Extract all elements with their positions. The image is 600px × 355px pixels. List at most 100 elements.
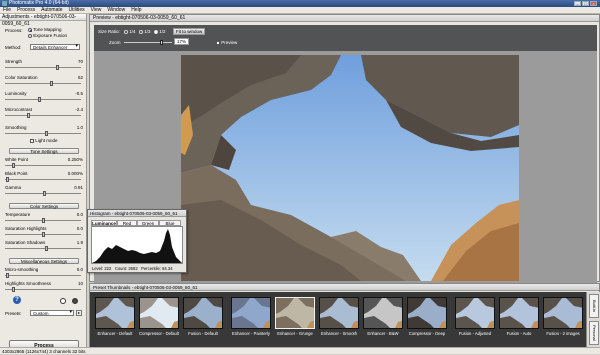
preset-thumbnail[interactable]: Fusion - Adjusted xyxy=(454,295,496,345)
slider-value: -2.4 xyxy=(75,107,83,112)
slider-knob[interactable] xyxy=(12,287,15,292)
preset-thumbnail[interactable]: Compressor - Deep xyxy=(406,295,448,345)
histogram-percentile: Percentile: 84.34 xyxy=(141,266,173,271)
preview-toggle[interactable]: Preview xyxy=(216,40,237,45)
menu-bar: File Process Automate Utilities View Window He… xyxy=(0,7,600,14)
slider-track[interactable] xyxy=(5,97,81,102)
menu-help[interactable]: Help xyxy=(128,7,144,14)
slider-label: Strength xyxy=(5,59,23,64)
preset-thumbnail[interactable]: Enhancer - Smooth xyxy=(318,295,360,345)
slider-value: 0.0 xyxy=(76,212,83,217)
slider-knob[interactable] xyxy=(12,163,15,168)
slider-track[interactable] xyxy=(5,65,81,70)
thumbnail-image xyxy=(407,297,447,329)
histogram-graph xyxy=(92,229,182,263)
zoom-value[interactable]: 17% xyxy=(174,38,190,45)
preset-thumbnail[interactable]: Enhancer - Grunge xyxy=(274,295,316,345)
misc-settings-button[interactable]: Miscellaneous Settings xyxy=(9,258,79,264)
histogram-window[interactable]: Histogram - ebtight-070506-03-0059_60_61… xyxy=(87,209,187,273)
process-option-fusion[interactable]: Exposure Fusion xyxy=(28,33,83,38)
thumbnail-label: Compressor - Deep xyxy=(408,331,446,336)
presets-select[interactable]: Custom xyxy=(30,310,74,316)
preset-thumbnail[interactable]: Compressor - Default xyxy=(138,295,180,345)
close-icon[interactable]: × xyxy=(590,1,597,6)
size-ratio-label: Size Ratio: xyxy=(98,29,120,34)
fit-to-window-button[interactable]: Fit to window xyxy=(173,28,206,35)
maximize-icon[interactable]: □ xyxy=(582,1,589,6)
histogram-level: Level: 222 xyxy=(92,266,112,271)
adjustments-panel: Adjustments - ebtight-070506-03-0059_60_… xyxy=(0,14,87,351)
preview-photo xyxy=(181,55,519,281)
slider-track[interactable] xyxy=(5,81,81,86)
slider-knob[interactable] xyxy=(43,191,46,196)
slider-track[interactable] xyxy=(5,113,81,118)
slider-knob[interactable] xyxy=(42,232,45,237)
slider-track[interactable] xyxy=(5,273,81,278)
slider-knob[interactable] xyxy=(6,177,9,182)
presets-menu-icon[interactable]: ▸ xyxy=(76,310,82,316)
slider-knob[interactable] xyxy=(50,81,53,86)
tab-personal[interactable]: Personal xyxy=(589,321,599,345)
reset-icon[interactable] xyxy=(72,298,78,304)
slider-track[interactable] xyxy=(5,287,81,292)
slider-knob[interactable] xyxy=(45,131,48,136)
menu-view[interactable]: View xyxy=(88,7,105,14)
slider-knob[interactable] xyxy=(38,97,41,102)
slider-label: Gamma xyxy=(5,185,22,190)
histogram-plot[interactable] xyxy=(91,226,183,264)
help-icon[interactable]: ? xyxy=(13,296,21,304)
tab-builtin[interactable]: Built-in xyxy=(589,294,599,318)
thumbnail-image xyxy=(319,297,359,329)
preset-thumbnail[interactable]: Enhancer - B&W xyxy=(362,295,404,345)
thumbnail-label: Enhancer - Grunge xyxy=(277,331,313,336)
preset-thumbnail[interactable]: Fusion - 2 images xyxy=(542,295,584,345)
slider-row: Black Point 0.000% xyxy=(5,171,83,176)
method-select[interactable]: Details Enhancer xyxy=(30,44,80,50)
menu-window[interactable]: Window xyxy=(104,7,128,14)
slider-knob[interactable] xyxy=(42,218,45,223)
slider-row: Saturation Highlights 0.0 xyxy=(5,226,83,231)
thumbnail-label: Enhancer - B&W xyxy=(367,331,399,336)
preset-thumbnail[interactable]: Enhancer - Painterly xyxy=(230,295,272,345)
slider-knob[interactable] xyxy=(45,246,48,251)
thumbnails-strip: Enhancer - Default Compressor - Default Fu… xyxy=(90,292,586,348)
window-titlebar: Photomatix Pro 4.0 (64-bit) – □ × xyxy=(0,0,600,7)
process-label: Process: xyxy=(5,28,23,33)
slider-row: White Point 0.250% xyxy=(5,157,83,162)
slider-row: Strength 70 xyxy=(5,59,83,64)
smoothing-slider[interactable] xyxy=(5,131,81,136)
ratio-option-quarter[interactable]: 1/4 xyxy=(124,29,136,34)
histogram-title: Histogram - ebtight-070506-03-0059_60_61 xyxy=(88,210,186,217)
slider-track[interactable] xyxy=(5,218,81,223)
slider-knob[interactable] xyxy=(160,40,163,45)
thumbnail-side-tabs: Built-in Personal xyxy=(586,292,600,348)
slider-track[interactable] xyxy=(5,177,81,182)
slider-track[interactable] xyxy=(5,163,81,168)
ratio-option-half[interactable]: 1/2 xyxy=(154,29,166,34)
slider-knob[interactable] xyxy=(6,273,9,278)
menu-utilities[interactable]: Utilities xyxy=(66,7,88,14)
tone-settings-button[interactable]: Tone Settings xyxy=(9,148,79,154)
slider-knob[interactable] xyxy=(56,65,59,70)
slider-track[interactable] xyxy=(5,191,81,196)
ratio-option-third[interactable]: 1/3 xyxy=(139,29,151,34)
slider-value: 0.000% xyxy=(67,171,83,176)
preset-thumbnail[interactable]: Fusion - Default xyxy=(182,295,224,345)
slider-track[interactable] xyxy=(5,232,81,237)
smoothing-value: 1.0 xyxy=(76,125,83,130)
menu-automate[interactable]: Automate xyxy=(38,7,65,14)
undo-icon[interactable] xyxy=(60,298,66,304)
preset-thumbnail[interactable]: Enhancer - Default xyxy=(94,295,136,345)
thumbnail-label: Fusion - 2 images xyxy=(546,331,580,336)
zoom-slider[interactable] xyxy=(124,40,172,45)
process-option-tonemapping[interactable]: Tone Mapping xyxy=(28,27,83,32)
slider-knob[interactable] xyxy=(27,113,30,118)
slider-track[interactable] xyxy=(5,246,81,251)
radio-icon xyxy=(28,27,32,32)
color-settings-button[interactable]: Color Settings xyxy=(9,203,79,209)
thumbnail-image xyxy=(499,297,539,329)
menu-file[interactable]: File xyxy=(0,7,14,14)
menu-process[interactable]: Process xyxy=(14,7,38,14)
minimize-icon[interactable]: – xyxy=(574,1,581,6)
preset-thumbnail[interactable]: Fusion - Auto xyxy=(498,295,540,345)
